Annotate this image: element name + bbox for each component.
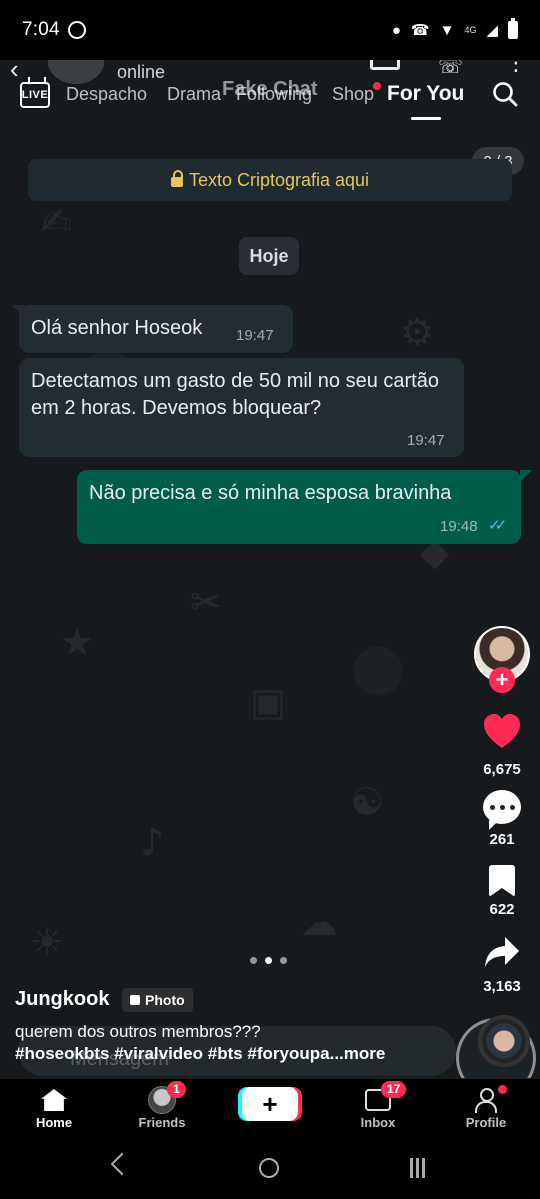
nav-home-label: Home	[35, 1115, 73, 1130]
comment-icon	[483, 790, 521, 830]
photo-post-area[interactable]: ✍ ⚙ ★ ▣ ♪ ☯ ☀ ☁ ✂ ◆ ‹ online Fake Chat ☏…	[0, 60, 540, 1078]
message-text: Detectamos um gasto de 50 mil no seu car…	[31, 370, 439, 419]
music-disc[interactable]	[478, 1015, 530, 1067]
wallpaper-doodle: ☯	[350, 780, 385, 824]
nav-friends[interactable]: 1 Friends	[117, 1081, 207, 1130]
message-text: Não precisa e só minha esposa bravinha	[89, 482, 452, 504]
shop-notification-dot	[373, 82, 381, 90]
carousel-dot-active	[265, 957, 272, 964]
comment-count: 261	[489, 831, 515, 848]
nav-friends-label: Friends	[138, 1115, 186, 1130]
active-tab-indicator	[411, 117, 441, 120]
nav-inbox-label: Inbox	[360, 1115, 396, 1130]
wallpaper-doodle: ★	[60, 620, 95, 664]
wallpaper-doodle: ♪	[140, 820, 165, 864]
profile-notification-dot	[498, 1085, 507, 1094]
nav-profile-label: Profile	[465, 1115, 507, 1130]
photo-badge: Photo	[122, 988, 193, 1012]
wallpaper-doodle: ✍	[40, 200, 72, 244]
nav-home[interactable]: Home	[9, 1085, 99, 1130]
message-time: 19:47	[407, 432, 445, 449]
wallpaper-doodle: ▣	[250, 680, 286, 724]
tab-despacho[interactable]: Despacho	[66, 84, 147, 105]
share-icon	[485, 937, 519, 967]
more-link[interactable]: more	[344, 1044, 386, 1063]
hashtag-text[interactable]: #hoseokbts #viralvideo #bts #foryoupa...	[15, 1044, 344, 1063]
follow-plus-button[interactable]: +	[489, 667, 515, 693]
wallpaper-doodle: ☀	[30, 920, 65, 964]
bubble-tail	[520, 470, 532, 482]
tab-for-you[interactable]: For You	[387, 82, 464, 106]
signal-icon: ◢	[486, 22, 498, 39]
profile-icon	[475, 1088, 497, 1113]
carousel-dot	[280, 957, 287, 964]
save-count: 622	[489, 901, 515, 918]
author-name[interactable]: Jungkook	[15, 988, 109, 1011]
save-button[interactable]: 622	[470, 865, 534, 918]
video-call-icon	[370, 60, 400, 70]
system-nav-bar	[0, 1138, 540, 1199]
friends-badge: 1	[167, 1081, 186, 1098]
more-vert-icon: ⋮	[505, 60, 527, 75]
status-icons: ● ☎ ▼ 4G ◢	[391, 18, 518, 39]
lock-icon	[170, 170, 183, 187]
message-bubble-in: Detectamos um gasto de 50 mil no seu car…	[19, 358, 464, 457]
home-icon	[41, 1089, 67, 1111]
comment-button[interactable]: 261	[470, 790, 534, 848]
tab-shop[interactable]: Shop	[332, 84, 374, 105]
post-caption: querem dos outros membros???	[15, 1022, 261, 1041]
wallpaper-doodle: ✂	[190, 580, 222, 624]
system-recents-icon[interactable]	[406, 1158, 428, 1178]
encryption-banner: Texto Criptografia aqui	[28, 159, 512, 201]
share-count: 3,163	[483, 978, 521, 995]
wallpaper-doodle: ⚙	[400, 310, 435, 354]
search-icon[interactable]	[492, 81, 518, 107]
message-time: 19:48	[440, 518, 478, 535]
like-button[interactable]: 6,675	[470, 712, 534, 778]
bookmark-icon	[489, 865, 515, 897]
location-icon: ●	[391, 21, 401, 39]
photo-icon	[130, 995, 140, 1005]
top-nav: LIVE Despacho Drama Following Shop For Y…	[0, 80, 540, 120]
tab-drama[interactable]: Drama	[167, 84, 221, 105]
live-button[interactable]: LIVE	[20, 82, 50, 108]
nav-inbox[interactable]: 17 Inbox	[333, 1081, 423, 1130]
like-count: 6,675	[483, 761, 521, 778]
carousel-indicator	[250, 957, 287, 964]
wifi-icon: ▼	[439, 21, 455, 39]
photo-badge-label: Photo	[145, 992, 185, 1008]
create-button[interactable]: +	[242, 1087, 298, 1121]
read-ticks-icon: ✓✓	[488, 517, 507, 534]
nav-profile[interactable]: Profile	[441, 1085, 531, 1130]
live-label: LIVE	[21, 89, 49, 101]
share-button[interactable]: 3,163	[470, 935, 534, 995]
system-home-icon[interactable]	[259, 1158, 279, 1178]
status-time: 7:04	[22, 19, 60, 40]
bottom-nav: Home 1 Friends + 17 Inbox Profile	[0, 1078, 540, 1138]
carousel-dot	[250, 957, 257, 964]
network-label: 4G	[464, 25, 477, 35]
system-back-icon[interactable]	[110, 1152, 134, 1176]
date-chip: Hoje	[239, 237, 299, 275]
message-text: Olá senhor Hoseok	[31, 317, 203, 339]
hotspot-icon	[67, 21, 86, 39]
tab-following[interactable]: Following	[236, 84, 312, 105]
encryption-text: Texto Criptografia aqui	[188, 169, 370, 190]
post-hashtags[interactable]: #hoseokbts #viralvideo #bts #foryoupa...…	[15, 1044, 385, 1064]
status-bar: 7:04 ● ☎ ▼ 4G ◢	[0, 0, 540, 60]
heart-icon	[484, 714, 520, 748]
wallpaper-doodle: ☁	[300, 900, 338, 944]
phone-icon: ☏	[438, 60, 464, 78]
wifi-call-icon: ☎	[410, 22, 430, 39]
message-time: 19:47	[236, 327, 274, 344]
battery-icon	[508, 18, 518, 39]
inbox-badge: 17	[381, 1081, 407, 1098]
